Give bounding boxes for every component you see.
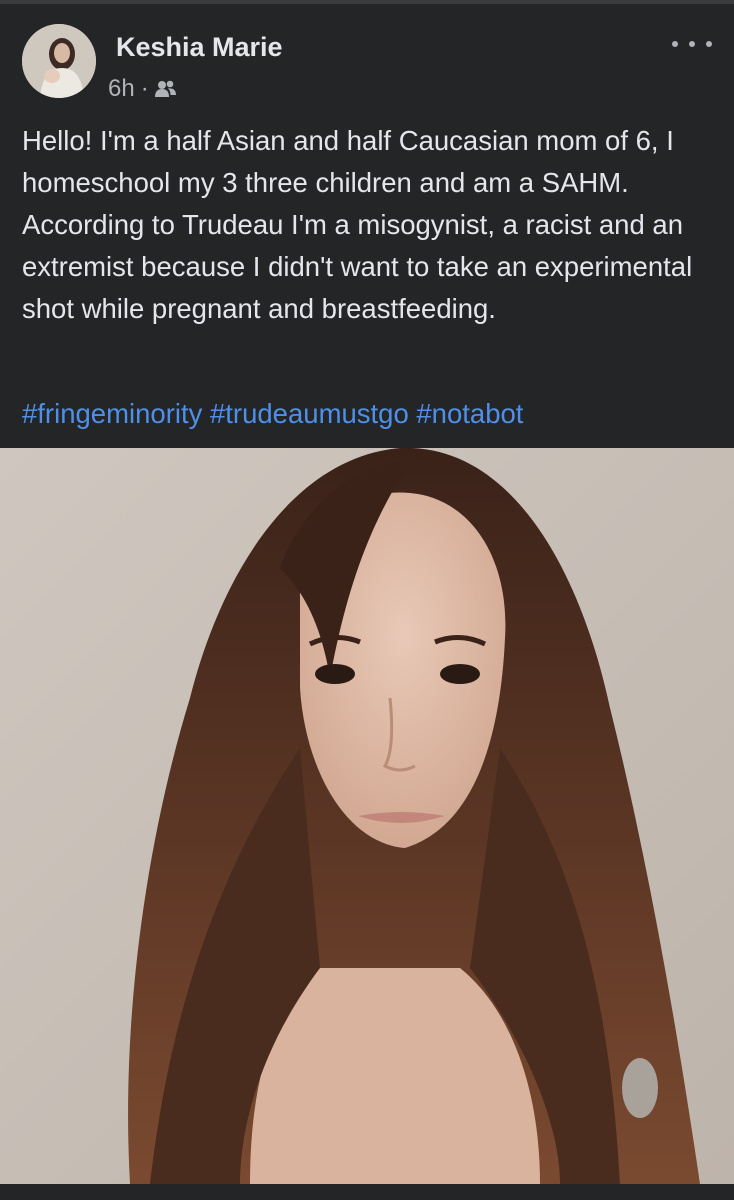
avatar-image — [22, 24, 96, 98]
hashtag-link[interactable]: #fringeminority — [22, 398, 202, 429]
top-divider — [0, 0, 734, 4]
bottom-divider — [0, 1184, 734, 1200]
author-avatar[interactable] — [22, 24, 96, 98]
hashtag-link[interactable]: #trudeaumustgo — [210, 398, 409, 429]
hashtag-list: #fringeminority #trudeaumustgo #notabot — [22, 393, 523, 435]
friends-icon[interactable] — [154, 79, 177, 99]
meta-separator: · — [140, 75, 149, 102]
post-photo[interactable] — [0, 448, 734, 1184]
post-header: Keshia Marie 6h · — [22, 24, 712, 103]
hashtag-link[interactable]: #notabot — [416, 398, 523, 429]
more-options-icon[interactable] — [672, 32, 712, 56]
post-timestamp[interactable]: 6h — [108, 75, 135, 103]
author-name[interactable]: Keshia Marie — [116, 32, 283, 63]
photo-image — [0, 448, 734, 1184]
post-meta: 6h · — [108, 75, 177, 103]
post-body-text: Hello! I'm a half Asian and half Caucasi… — [22, 125, 700, 324]
